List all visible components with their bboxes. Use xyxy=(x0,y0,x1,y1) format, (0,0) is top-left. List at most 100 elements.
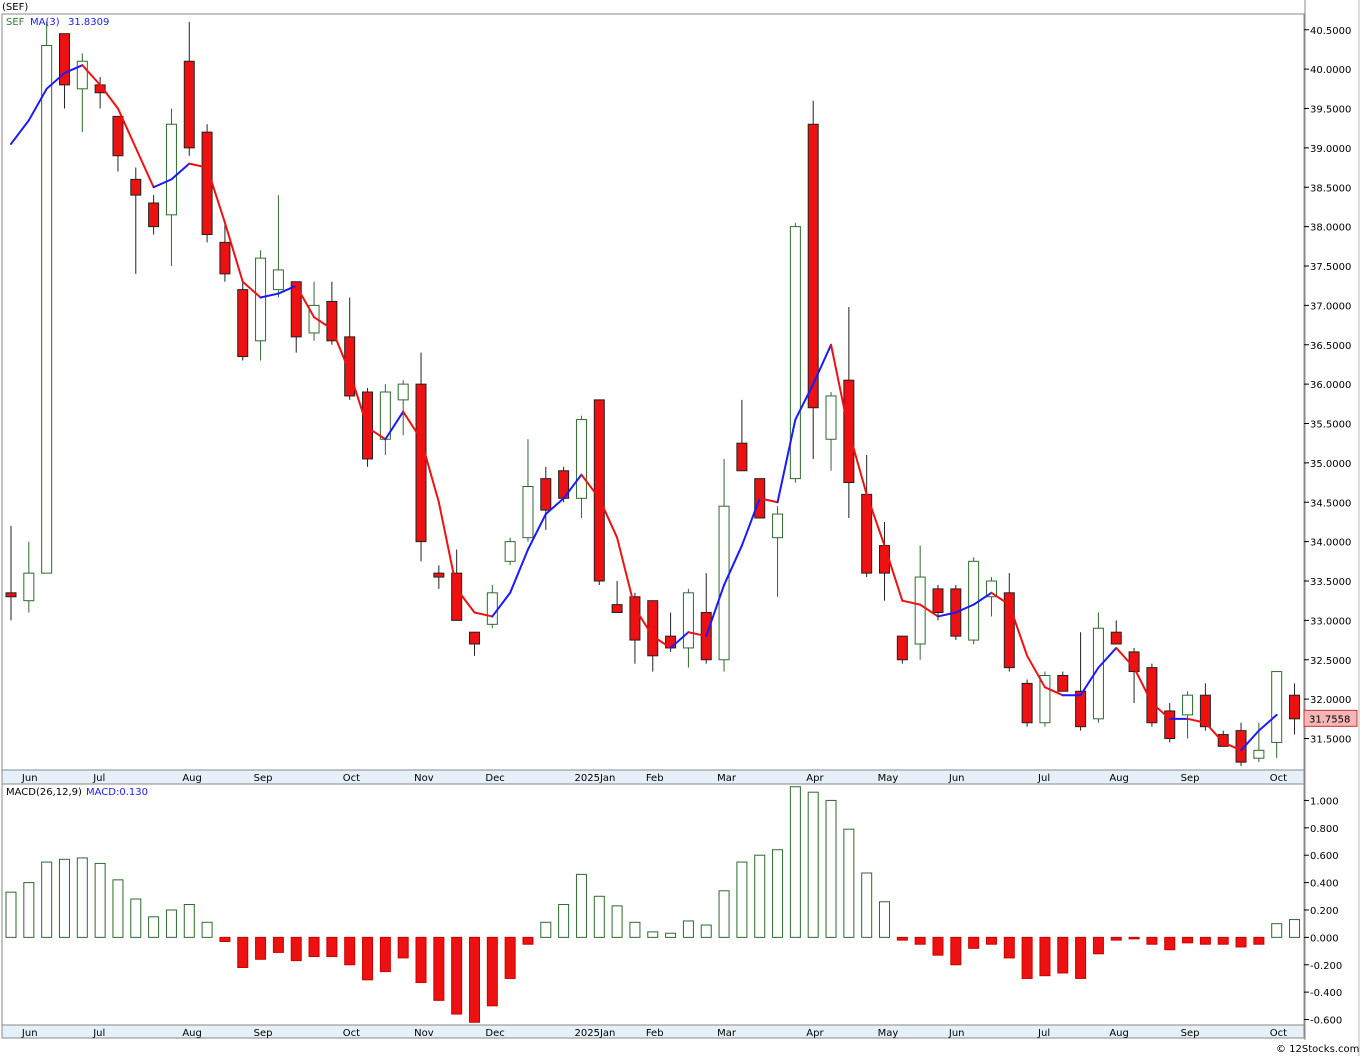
month-label-bottom: Oct xyxy=(343,1028,360,1039)
candle-body-up xyxy=(968,560,980,641)
candle-body-up xyxy=(255,257,267,342)
macd-bar-negative xyxy=(1075,936,1087,979)
macd-bar-negative xyxy=(522,936,534,945)
candle xyxy=(504,537,516,566)
macd-bar-negative xyxy=(272,936,284,953)
macd-bar-positive xyxy=(611,905,623,938)
month-label-bottom: Jul xyxy=(92,1028,105,1039)
candle-body-down xyxy=(415,383,427,543)
price-tick-label: 38.5000 xyxy=(1310,183,1351,194)
macd-bar-positive xyxy=(575,873,587,938)
macd-panel-frame xyxy=(1,783,1305,1026)
macd-bar-positive xyxy=(682,920,694,938)
macd-bar-negative xyxy=(433,936,445,1001)
macd-bar-negative xyxy=(326,936,338,958)
macd-bar-positive xyxy=(94,862,106,938)
macd-bar-negative xyxy=(290,936,302,962)
macd-tick-label: -0.400 xyxy=(1310,988,1342,999)
macd-bar-negative xyxy=(1164,936,1176,951)
macd-bar-positive xyxy=(736,861,748,938)
macd-bar-negative xyxy=(1003,936,1015,959)
macd-tick-label: 0.000 xyxy=(1310,933,1339,944)
month-label-bottom: Sep xyxy=(254,1028,273,1039)
macd-bar-positive xyxy=(23,882,35,938)
candle xyxy=(896,635,908,664)
candle-body-down xyxy=(1057,675,1069,692)
macd-tick-label: 0.400 xyxy=(1310,879,1339,890)
price-tick-label: 40.5000 xyxy=(1310,26,1351,37)
candle-body-down xyxy=(468,631,480,645)
candle-body-down xyxy=(183,60,195,149)
candle-body-down xyxy=(130,178,142,196)
macd-bar-negative xyxy=(1021,936,1033,979)
month-label-top: Dec xyxy=(485,773,504,784)
candle-body-up xyxy=(41,45,53,574)
candle-body-down xyxy=(451,572,463,621)
macd-bar-positive xyxy=(112,879,124,938)
price-tick-label: 33.5000 xyxy=(1310,577,1351,588)
price-tick-label: 37.5000 xyxy=(1310,262,1351,273)
macd-bar-positive xyxy=(789,786,801,938)
candle-body-down xyxy=(736,442,748,472)
macd-bar-negative xyxy=(950,936,962,966)
macd-bar-negative xyxy=(985,936,997,945)
candle-body-down xyxy=(433,572,445,578)
price-tick-label: 35.5000 xyxy=(1310,420,1351,431)
macd-bar-positive xyxy=(718,890,730,938)
macd-bar-negative xyxy=(914,936,926,945)
candle-body-down xyxy=(540,478,552,511)
macd-bar-positive xyxy=(540,921,552,938)
candle xyxy=(1021,679,1033,727)
macd-tick-label: 0.600 xyxy=(1310,851,1339,862)
month-label-top: Sep xyxy=(254,773,273,784)
candle-body-up xyxy=(772,513,784,539)
price-tick-label: 31.5000 xyxy=(1310,735,1351,746)
candle-body-up xyxy=(504,541,516,562)
month-label-bottom: Aug xyxy=(1109,1028,1129,1039)
month-label-top: 2025Jan xyxy=(575,773,616,784)
month-label-top: Feb xyxy=(646,773,664,784)
candle-body-up xyxy=(23,572,35,602)
macd-bar-negative xyxy=(486,936,498,1007)
macd-bar-negative xyxy=(1146,936,1158,945)
price-tick-label: 38.0000 xyxy=(1310,223,1351,234)
macd-bar-negative xyxy=(344,936,356,966)
macd-bar-negative xyxy=(932,936,944,956)
candle-body-up xyxy=(1182,694,1194,716)
macd-bar-positive xyxy=(843,828,855,938)
price-tick-label: 34.5000 xyxy=(1310,498,1351,509)
macd-bar-positive xyxy=(165,909,177,938)
month-label-bottom: Jul xyxy=(1037,1028,1050,1039)
month-label-top: May xyxy=(878,773,899,784)
candle-body-up xyxy=(1271,671,1283,743)
chart-stage: 40.5000 40.0000 39.5000 39.0000 38.5000 38.00… xyxy=(0,0,1360,1056)
macd-tick-label: 1.000 xyxy=(1310,796,1339,807)
price-tick-label: 40.0000 xyxy=(1310,65,1351,76)
candle-body-up xyxy=(397,383,409,401)
macd-bar-negative xyxy=(504,936,516,979)
candle-body-down xyxy=(629,596,641,641)
macd-bar-positive xyxy=(593,895,605,938)
candle-body-down xyxy=(219,241,231,275)
legend-macd-value: MACD:0.130 xyxy=(86,787,148,798)
macd-bar-positive xyxy=(183,904,195,938)
price-tick-label: 36.5000 xyxy=(1310,341,1351,352)
macd-bar-positive xyxy=(879,901,891,938)
month-label-bottom: Feb xyxy=(646,1028,664,1039)
macd-bar-positive xyxy=(665,932,677,938)
candle-body-up xyxy=(682,592,694,649)
month-label-bottom: Oct xyxy=(1270,1028,1287,1039)
candle-body-up xyxy=(522,486,534,539)
candle-body-down xyxy=(807,123,819,409)
month-label-top: Sep xyxy=(1181,773,1200,784)
macd-bar-negative xyxy=(1235,936,1247,948)
candle xyxy=(41,21,53,574)
candle-body-down xyxy=(593,399,605,582)
month-label-top: Oct xyxy=(343,773,360,784)
month-label-top: Nov xyxy=(414,773,434,784)
month-label-bottom: Nov xyxy=(414,1028,434,1039)
month-label-top: Oct xyxy=(1270,773,1287,784)
month-label-top: Mar xyxy=(717,773,737,784)
month-label-top: Apr xyxy=(806,773,824,784)
macd-bar-negative xyxy=(1182,936,1194,944)
